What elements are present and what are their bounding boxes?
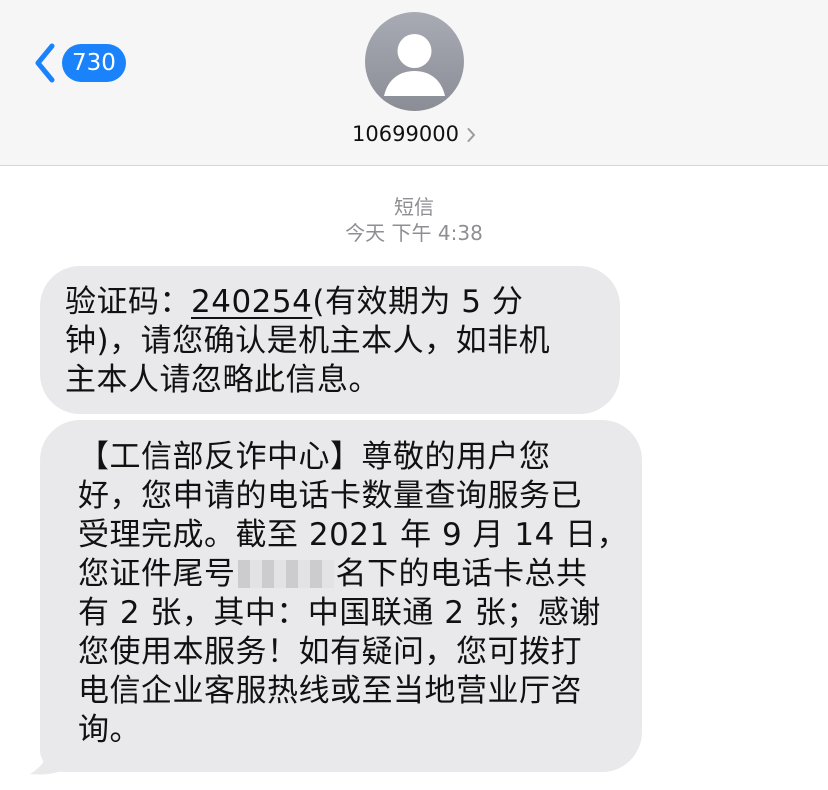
- verification-code-link[interactable]: 240254: [191, 284, 312, 320]
- message-text: 您证件尾号: [78, 556, 236, 592]
- message-line: 主本人请忽略此信息。: [65, 362, 380, 398]
- redacted-id-mask: [237, 560, 334, 588]
- chevron-right-icon: [467, 128, 475, 142]
- message-line: 【工信部反诈中心】尊敬的用户您: [78, 439, 551, 475]
- chevron-left-icon: [35, 43, 55, 83]
- message-line: 验证码：240254(有效期为 5 分: [65, 283, 596, 322]
- service-label: 短信: [394, 195, 434, 219]
- unread-count-badge: 730: [62, 44, 126, 82]
- message-timestamp: 今天 下午 4:38: [345, 221, 483, 245]
- message-line: 您使用本服务！如有疑问，您可拨打: [78, 634, 582, 670]
- conversation-header: 730 10699000: [0, 0, 828, 166]
- message-line: 您证件尾号 名下的电话卡总共: [78, 555, 618, 594]
- bubble-tail: [30, 732, 72, 775]
- contact-name: 10699000: [352, 122, 459, 146]
- message-line: 好，您申请的电话卡数量查询服务已: [78, 478, 582, 514]
- message-text: 验证码：: [65, 284, 191, 320]
- message-line: 受理完成。截至 2021 年 9 月 14 日，: [78, 517, 629, 553]
- message-bubble[interactable]: 验证码：240254(有效期为 5 分 钟)，请您确认是机主本人，如非机 主本人…: [40, 266, 620, 414]
- back-button[interactable]: 730: [30, 40, 126, 86]
- message-line: 钟)，请您确认是机主本人，如非机: [65, 323, 551, 359]
- message-text: 名下的电话卡总共: [335, 556, 588, 592]
- message-line: 询。: [78, 712, 141, 748]
- person-icon: [384, 34, 445, 96]
- contact-name-button[interactable]: 10699000: [0, 118, 828, 150]
- contact-avatar[interactable]: [365, 12, 464, 111]
- message-line: 电信企业客服热线或至当地营业厅咨: [78, 673, 582, 709]
- message-text: (有效期为 5 分: [312, 284, 524, 320]
- message-bubble[interactable]: 【工信部反诈中心】尊敬的用户您 好，您申请的电话卡数量查询服务已 受理完成。截至…: [40, 420, 642, 772]
- message-line: 有 2 张，其中：中国联通 2 张；感谢: [78, 595, 601, 631]
